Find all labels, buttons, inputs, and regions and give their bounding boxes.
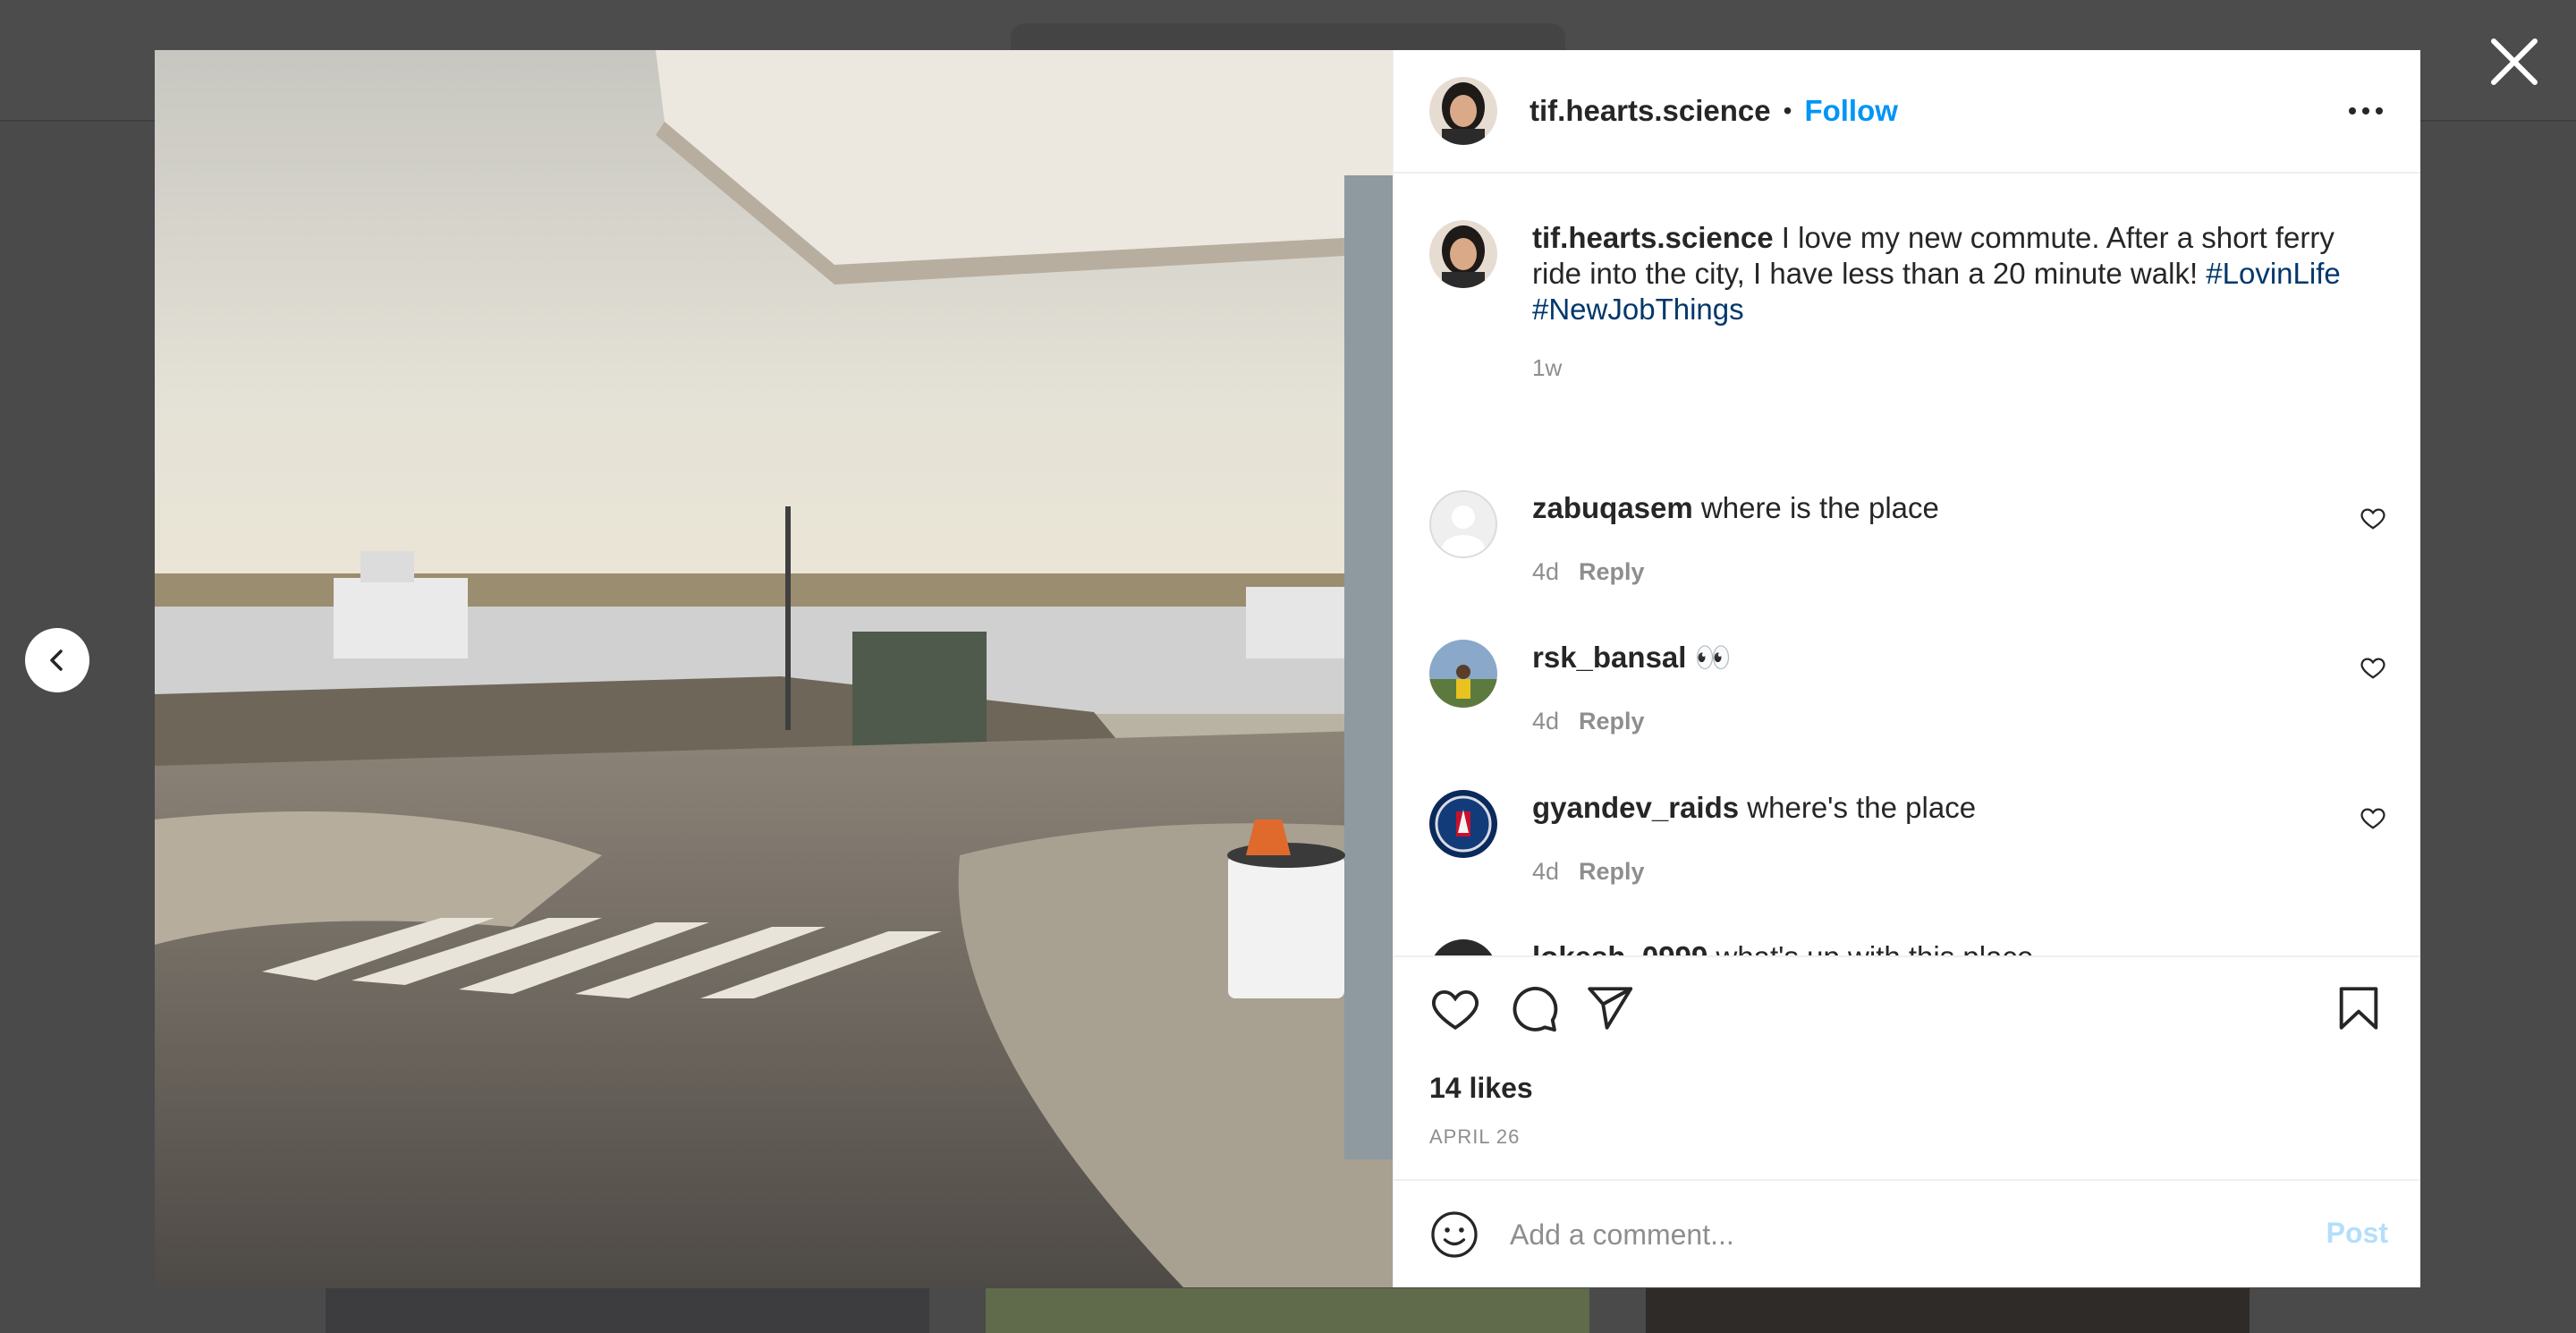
hashtag-link[interactable]: #LovinLife — [2206, 257, 2340, 290]
more-icon — [2349, 107, 2383, 115]
commenter-avatar-image — [1429, 790, 1497, 858]
like-button[interactable] — [1429, 982, 1481, 1034]
author-avatar-image — [1429, 77, 1497, 145]
emoji-icon — [1431, 1211, 1478, 1258]
heart-icon — [2360, 508, 2385, 530]
post-header: tif.hearts.science • Follow — [1394, 50, 2420, 174]
commenter-avatar-image — [1429, 939, 1497, 955]
commenter-avatar[interactable] — [1429, 640, 1497, 708]
post-modal: tif.hearts.science • Follow tif.hearts.s… — [155, 50, 2420, 1287]
author-avatar[interactable] — [1429, 77, 1497, 145]
comment-body: where's the place — [1739, 791, 1977, 824]
like-comment-button[interactable] — [2360, 804, 2386, 831]
ferry-terminal-photo — [155, 50, 1393, 1287]
author-avatar-image — [1429, 220, 1497, 288]
comments-list[interactable]: tif.hearts.science I love my new commute… — [1394, 175, 2420, 955]
like-comment-button[interactable] — [2360, 654, 2386, 681]
comment-input[interactable] — [1510, 1208, 2261, 1261]
author-avatar[interactable] — [1429, 220, 1497, 288]
comment-text: lokesh_0999 what's up with this place — [1532, 939, 2033, 955]
background-thumbnail — [1646, 1288, 2250, 1333]
reply-button[interactable]: Reply — [1579, 708, 1645, 734]
default-avatar-icon — [1429, 490, 1497, 558]
comment-meta: 4d Reply — [1532, 708, 1645, 735]
comment-text: zabuqasem where is the place — [1532, 490, 1939, 526]
background-thumbnail — [986, 1288, 1589, 1333]
emoji-button[interactable] — [1429, 1210, 1479, 1260]
caption-username[interactable]: tif.hearts.science — [1532, 221, 1774, 254]
commenter-avatar[interactable] — [1429, 790, 1497, 858]
heart-icon — [2360, 808, 2385, 829]
commenter-avatar[interactable] — [1429, 939, 1497, 955]
comment-username[interactable]: zabuqasem — [1532, 491, 1693, 524]
share-icon — [1588, 987, 1633, 1030]
comment-body: what's up with this place — [1707, 940, 2033, 955]
save-button[interactable] — [2333, 982, 2385, 1034]
background-thumbnail — [326, 1288, 929, 1333]
author-username[interactable]: tif.hearts.science — [1530, 94, 1771, 128]
heart-icon — [1432, 989, 1479, 1031]
comment-text: rsk_bansal 👀 — [1532, 640, 1732, 675]
comment-icon — [1513, 987, 1558, 1032]
post-date: APRIL 26 — [1429, 1125, 1521, 1148]
comment-username[interactable]: gyandev_raids — [1532, 791, 1739, 824]
reply-button[interactable]: Reply — [1579, 858, 1645, 885]
actions-divider — [1394, 955, 2420, 957]
hashtag-link[interactable]: #NewJobThings — [1532, 293, 1744, 326]
comment-text: gyandev_raids where's the place — [1532, 790, 1976, 826]
comment-timestamp: 4d — [1532, 708, 1560, 734]
previous-post-button[interactable] — [25, 628, 89, 692]
chevron-left-icon — [50, 650, 63, 671]
comment-item: zabuqasem where is the place 4d Reply — [1429, 490, 2386, 616]
add-comment-bar: Post — [1394, 1179, 2420, 1287]
reply-button[interactable]: Reply — [1579, 558, 1645, 585]
comment-body: 👀 — [1686, 641, 1732, 674]
comment-item: gyandev_raids where's the place 4d Reply — [1429, 790, 2386, 915]
post-comment-button[interactable]: Post — [2326, 1217, 2388, 1250]
likes-count[interactable]: 14 likes — [1429, 1072, 1533, 1105]
caption-text: tif.hearts.science I love my new commute… — [1532, 220, 2386, 327]
like-comment-button[interactable] — [2360, 505, 2386, 531]
separator-dot: • — [1783, 97, 1792, 124]
bookmark-icon — [2339, 987, 2378, 1030]
comment-item: lokesh_0999 what's up with this place — [1429, 939, 2386, 955]
post-side-panel: tif.hearts.science • Follow tif.hearts.s… — [1393, 50, 2420, 1287]
comment-username[interactable]: rsk_bansal — [1532, 641, 1686, 674]
caption-timestamp: 1w — [1532, 354, 1563, 381]
comment-meta: 4d Reply — [1532, 558, 1645, 586]
comment-button[interactable] — [1508, 982, 1560, 1034]
follow-button[interactable]: Follow — [1804, 94, 1897, 128]
close-icon — [2491, 38, 2538, 85]
close-button[interactable] — [2487, 34, 2542, 89]
comment-timestamp: 4d — [1532, 558, 1560, 585]
comment-username[interactable]: lokesh_0999 — [1532, 940, 1707, 955]
comment-meta: 4d Reply — [1532, 858, 1645, 886]
heart-icon — [2360, 658, 2385, 679]
comment-timestamp: 4d — [1532, 858, 1560, 885]
commenter-avatar-image — [1429, 640, 1497, 708]
comment-body: where is the place — [1692, 491, 1939, 524]
post-photo — [155, 50, 1393, 1287]
share-button[interactable] — [1583, 982, 1635, 1034]
more-options-button[interactable] — [2343, 95, 2388, 127]
comment-item: rsk_bansal 👀 4d Reply — [1429, 640, 2386, 765]
commenter-avatar[interactable] — [1429, 490, 1497, 558]
